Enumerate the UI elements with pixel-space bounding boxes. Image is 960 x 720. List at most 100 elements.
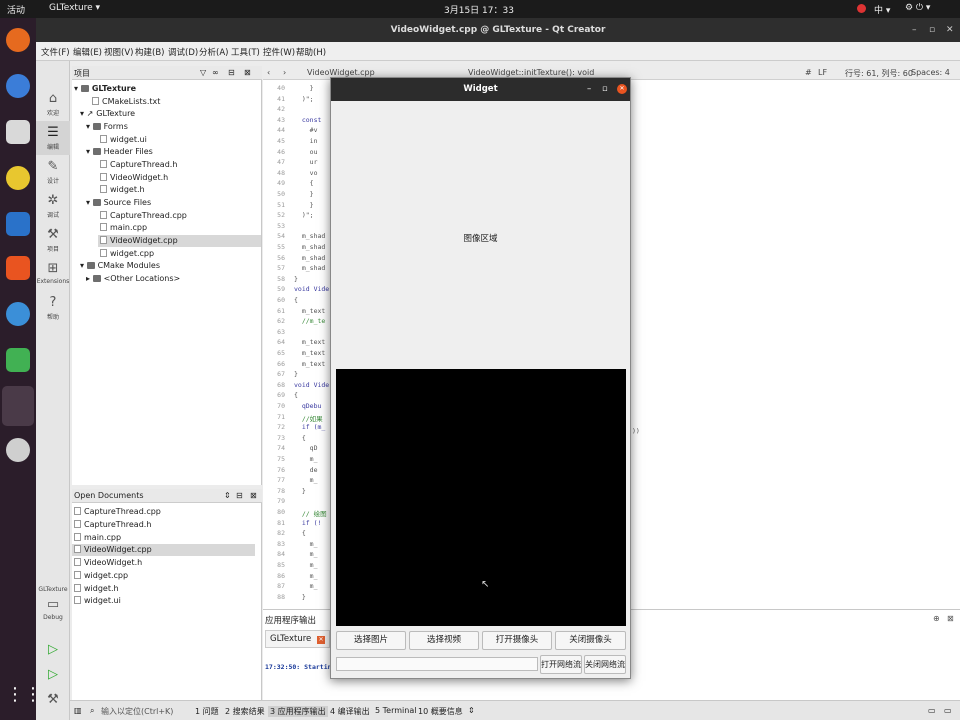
close-pane-icon[interactable]: ⊠ [250, 491, 257, 500]
output-maximize-icon[interactable]: ⊕ [933, 614, 940, 623]
encoding-label[interactable]: # [805, 68, 812, 77]
output-close-icon[interactable]: ⊠ [947, 614, 954, 623]
sidebar-toggle-icon[interactable]: ▥ [74, 706, 82, 715]
close-pane-icon[interactable]: ⊠ [244, 68, 251, 77]
status-progress-icon[interactable]: ▭ [928, 706, 936, 715]
files-icon[interactable] [6, 120, 30, 144]
mode-extensions[interactable]: ⊞ Extensions [36, 257, 70, 291]
tree-item-target[interactable]: ▾ ↗ GLTexture [80, 108, 135, 120]
status-more-icon[interactable]: ⇕ [468, 706, 475, 715]
build-button[interactable]: ⚒ [36, 691, 70, 711]
sort-icon[interactable]: ⇕ [224, 491, 231, 500]
open-doc-item[interactable]: widget.cpp [74, 570, 128, 582]
activities-button[interactable]: 活动 [7, 3, 25, 16]
clock[interactable]: 3月15日 17：33 [444, 3, 514, 16]
active-app-icon[interactable] [2, 386, 34, 426]
mode-design[interactable]: ✎ 设计 [36, 155, 70, 189]
record-indicator-icon[interactable] [857, 4, 866, 13]
tree-item-header-files[interactable]: ▾ Header Files [86, 146, 153, 158]
menu-help[interactable]: 帮助(H) [296, 46, 326, 58]
tree-item-root[interactable]: ▾ GLTexture [74, 83, 136, 95]
menu-edit[interactable]: 编辑(E) [73, 46, 102, 58]
run-button[interactable]: ▷ [36, 641, 70, 661]
system-tray[interactable]: ⚙ ⏻ ▾ [905, 3, 930, 13]
open-doc-item[interactable]: CaptureThread.h [74, 519, 151, 531]
app-menu[interactable]: GLTexture ▾ [49, 3, 100, 13]
menu-file[interactable]: 文件(F) [41, 46, 70, 58]
tree-item-other-locations[interactable]: ▸ <Other Locations> [86, 273, 180, 285]
rhythmbox-icon[interactable] [6, 166, 30, 190]
menu-build[interactable]: 构建(B) [135, 46, 164, 58]
input-method[interactable]: 中 ▾ [874, 3, 890, 16]
tree-item-capturethread-cpp[interactable]: CaptureThread.cpp [100, 210, 187, 222]
open-doc-item[interactable]: widget.ui [74, 595, 121, 607]
status-app-output[interactable]: 3 应用程序输出 [268, 706, 328, 717]
select-image-button[interactable]: 选择图片 [336, 631, 406, 650]
open-network-stream-button[interactable]: 打开网络流 [540, 655, 582, 674]
indent-setting[interactable]: Spaces: 4 [911, 68, 950, 77]
cursor-position[interactable]: 行号: 61, 列号: 60 [845, 68, 913, 79]
status-compile-output[interactable]: 4 编译输出 [330, 706, 370, 717]
mode-debug[interactable]: ✲ 调试 [36, 189, 70, 223]
minimize-icon[interactable]: – [587, 78, 591, 101]
close-camera-button[interactable]: 关闭摄像头 [555, 631, 626, 650]
menu-tools[interactable]: 工具(T) [231, 46, 260, 58]
maximize-icon[interactable]: ▫ [602, 78, 608, 101]
tree-item-source-files[interactable]: ▾ Source Files [86, 197, 151, 209]
dvd-icon[interactable] [6, 438, 30, 462]
mode-edit[interactable]: ☰ 编辑 [36, 121, 70, 155]
split-icon[interactable]: ⊟ [228, 68, 235, 77]
tree-item-main-cpp[interactable]: main.cpp [100, 222, 147, 234]
writer-icon[interactable] [6, 212, 30, 236]
software-icon[interactable] [6, 256, 30, 280]
line-ending-label[interactable]: LF [818, 68, 827, 77]
close-icon[interactable]: ✕ [617, 84, 627, 94]
menu-view[interactable]: 视图(V) [104, 46, 133, 58]
status-toggle-icon[interactable]: ▭ [944, 706, 952, 715]
menu-controls[interactable]: 控件(W) [263, 46, 295, 58]
minimize-icon[interactable]: – [912, 18, 917, 42]
close-network-stream-button[interactable]: 关闭网络流 [584, 655, 626, 674]
open-doc-item[interactable]: main.cpp [74, 532, 121, 544]
forward-icon[interactable]: › [283, 68, 286, 77]
locate-input[interactable]: 输入以定位(Ctrl+K) [101, 706, 173, 717]
status-problems[interactable]: 1 问题 [195, 706, 219, 717]
back-icon[interactable]: ‹ [267, 68, 270, 77]
tree-item-cmakelists[interactable]: CMakeLists.txt [92, 96, 160, 108]
status-general-messages[interactable]: 10 概要信息 [418, 706, 463, 717]
kit-selector[interactable]: GLTexture ▭ Debug [36, 583, 70, 633]
tree-item-forms[interactable]: ▾ Forms [86, 121, 128, 133]
link-icon[interactable]: ∞ [212, 68, 219, 77]
video-display[interactable]: ↖ [336, 369, 626, 626]
editor-file-tab[interactable]: VideoWidget.cpp [307, 68, 375, 77]
open-doc-item[interactable]: widget.h [74, 583, 119, 595]
open-doc-item[interactable]: CaptureThread.cpp [74, 506, 161, 518]
close-tab-icon[interactable]: ✕ [316, 636, 325, 644]
tree-item-capturethread-h[interactable]: CaptureThread.h [100, 159, 177, 171]
tree-item-cmake-modules[interactable]: ▾ CMake Modules [80, 260, 160, 272]
status-terminal[interactable]: 5 Terminal [375, 706, 416, 715]
maximize-icon[interactable]: ▫ [929, 18, 935, 42]
help-icon[interactable] [6, 302, 30, 326]
status-search-results[interactable]: 2 搜索结果 [225, 706, 265, 717]
qtcreator-icon[interactable] [6, 348, 30, 372]
mode-projects[interactable]: ⚒ 项目 [36, 223, 70, 257]
open-doc-item[interactable]: VideoWidget.h [74, 557, 142, 569]
output-tab[interactable]: GLTexture ✕ [265, 630, 330, 648]
show-apps-icon[interactable]: ⋮⋮ [6, 684, 42, 708]
firefox-icon[interactable] [6, 28, 30, 52]
network-url-input[interactable] [336, 657, 538, 671]
select-video-button[interactable]: 选择视频 [409, 631, 479, 650]
mode-help[interactable]: ? 帮助 [36, 291, 70, 325]
menu-analyze[interactable]: 分析(A) [199, 46, 228, 58]
tree-item-widget-h[interactable]: widget.h [100, 184, 145, 196]
tree-item-widget-cpp[interactable]: widget.cpp [100, 248, 154, 260]
mode-welcome[interactable]: ⌂ 欢迎 [36, 87, 70, 121]
split-icon[interactable]: ⊟ [236, 491, 243, 500]
symbol-selector[interactable]: VideoWidget::initTexture(): void [468, 68, 594, 77]
open-doc-item[interactable]: VideoWidget.cpp [72, 544, 255, 556]
filter-icon[interactable]: ▽ [200, 68, 206, 77]
close-icon[interactable]: ✕ [946, 18, 954, 42]
tree-item-videowidget-h[interactable]: VideoWidget.h [100, 172, 168, 184]
debug-run-button[interactable]: ▷ [36, 666, 70, 686]
